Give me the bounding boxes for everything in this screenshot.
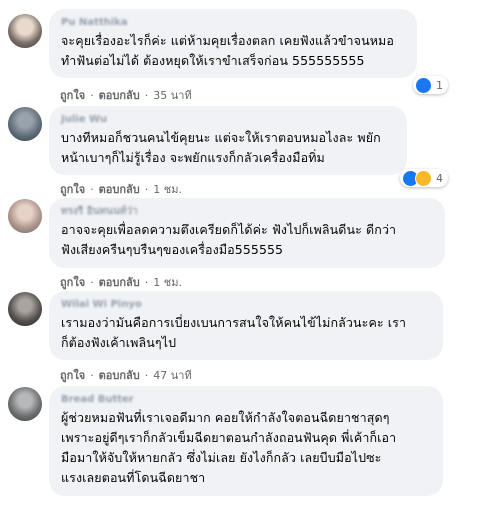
like-button[interactable]: ถูกใจ: [60, 369, 85, 382]
comment-time[interactable]: 1 ชม.: [153, 276, 182, 289]
avatar[interactable]: [8, 292, 42, 326]
avatar[interactable]: [8, 107, 42, 141]
comment-author[interactable]: Bread Butter: [61, 393, 431, 406]
comment-author[interactable]: ทรงรี อินทนนท์ว่า: [61, 205, 433, 218]
like-button[interactable]: ถูกใจ: [60, 183, 85, 196]
comment-bubble: Bread Butter ผู้ช่วยหมอฟันที่เราเจอดีมาก…: [49, 386, 443, 496]
separator: ·: [144, 369, 149, 382]
reply-button[interactable]: ตอบกลับ: [99, 369, 140, 382]
reaction-count: 4: [436, 171, 443, 185]
comment-time[interactable]: 1 ชม.: [153, 183, 182, 196]
separator: ·: [90, 89, 94, 102]
comment-actions: ถูกใจ · ตอบกลับ · 1 ชม.: [60, 273, 182, 291]
comment-text: ผู้ช่วยหมอฟันที่เราเจอดีมาก คอยให้กำลังใ…: [61, 410, 397, 485]
like-button[interactable]: ถูกใจ: [60, 89, 85, 102]
reply-button[interactable]: ตอบกลับ: [99, 276, 140, 289]
avatar[interactable]: [8, 387, 42, 421]
comment-author[interactable]: Julie Wu: [61, 113, 395, 126]
reaction-summary[interactable]: 1: [413, 76, 448, 94]
reply-button[interactable]: ตอบกลับ: [99, 183, 140, 196]
separator: ·: [90, 369, 94, 382]
comment-bubble: Pu Natthika จะคุยเรื่องอะไรก็ค่ะ แต่ห้าม…: [49, 9, 417, 78]
comment-actions: ถูกใจ · ตอบกลับ · 47 นาที: [60, 366, 192, 384]
comment-text: บางทีหมอก็ชวนคนไข้คุยนะ แต่จะให้เราตอบหม…: [61, 130, 381, 165]
reaction-summary[interactable]: 4: [400, 169, 448, 187]
comment-actions: ถูกใจ · ตอบกลับ · 35 นาที: [60, 86, 192, 104]
separator: ·: [144, 183, 149, 196]
comment-bubble: Wilai Wi Pinyo เรามองว่ามันคือการเบี่ยงเ…: [49, 291, 443, 360]
comment-bubble: ทรงรี อินทนนท์ว่า อาจจะคุยเพื่อลดความตึง…: [49, 198, 445, 268]
comment-author[interactable]: Pu Natthika: [61, 16, 405, 29]
avatar[interactable]: [8, 199, 42, 233]
reply-button[interactable]: ตอบกลับ: [99, 89, 140, 102]
comment-text: จะคุยเรื่องอะไรก็ค่ะ แต่ห้ามคุยเรื่องตลก…: [61, 33, 395, 68]
comment-actions: ถูกใจ · ตอบกลับ · 1 ชม.: [60, 180, 182, 198]
comment-time[interactable]: 35 นาที: [153, 89, 191, 102]
separator: ·: [90, 276, 94, 289]
separator: ·: [144, 276, 149, 289]
separator: ·: [144, 89, 149, 102]
comment-text: เรามองว่ามันคือการเบี่ยงเบนการสนใจให้คนไ…: [61, 315, 407, 350]
reaction-count: 1: [436, 78, 443, 92]
comment-bubble: Julie Wu บางทีหมอก็ชวนคนไข้คุยนะ แต่จะให…: [49, 106, 407, 175]
comment-time[interactable]: 47 นาที: [153, 369, 191, 382]
separator: ·: [90, 183, 94, 196]
avatar[interactable]: [8, 14, 42, 48]
haha-reaction-icon: [415, 169, 432, 187]
comment-text: อาจจะคุยเพื่อลดความตึงเครียดก็ได้ค่ะ ฟัง…: [61, 222, 397, 257]
like-reaction-icon: [415, 76, 432, 94]
comment-author[interactable]: Wilai Wi Pinyo: [61, 298, 431, 311]
like-button[interactable]: ถูกใจ: [60, 276, 85, 289]
